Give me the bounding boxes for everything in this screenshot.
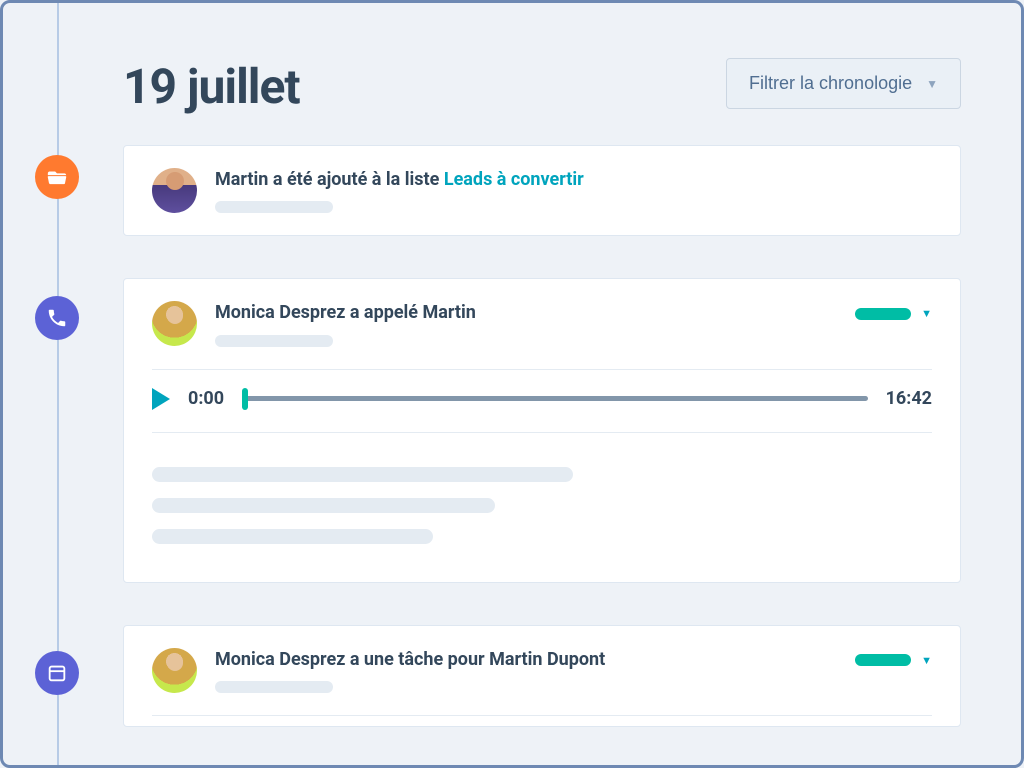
current-time: 0:00 bbox=[188, 388, 224, 409]
timeline-card-list-added: Martin a été ajouté à la liste Leads à c… bbox=[123, 145, 961, 236]
card-title: Monica Desprez a une tâche pour Martin D… bbox=[215, 648, 837, 672]
calendar-icon bbox=[46, 662, 68, 684]
divider bbox=[152, 715, 932, 716]
card-title: Monica Desprez a appelé Martin bbox=[215, 301, 837, 325]
filter-label: Filtrer la chronologie bbox=[749, 73, 912, 94]
divider bbox=[152, 432, 932, 433]
timeline-header: 19 juillet Filtrer la chronologie ▼ bbox=[3, 3, 1021, 145]
phone-icon bbox=[46, 307, 68, 329]
seek-thumb[interactable] bbox=[242, 388, 248, 410]
timeline-phone-icon bbox=[35, 296, 79, 340]
timeline-task-icon bbox=[35, 651, 79, 695]
card-title-text: Martin a été ajouté à la liste bbox=[215, 169, 444, 190]
avatar bbox=[152, 168, 197, 213]
timeline-content: Martin a été ajouté à la liste Leads à c… bbox=[3, 145, 1021, 727]
timeline-folder-icon bbox=[35, 155, 79, 199]
status-chip bbox=[855, 654, 911, 666]
chevron-down-icon: ▼ bbox=[921, 654, 932, 667]
timeline-card-call: Monica Desprez a appelé Martin ▼ 0:00 16… bbox=[123, 278, 961, 582]
avatar bbox=[152, 648, 197, 693]
audio-player: 0:00 16:42 bbox=[152, 388, 932, 410]
transcript-placeholder bbox=[152, 467, 932, 544]
list-link[interactable]: Leads à convertir bbox=[444, 169, 584, 190]
duration: 16:42 bbox=[886, 388, 932, 409]
meta-placeholder bbox=[215, 681, 333, 693]
card-status-dropdown[interactable]: ▼ bbox=[855, 301, 932, 320]
card-status-dropdown[interactable]: ▼ bbox=[855, 648, 932, 667]
timeline-card-task: Monica Desprez a une tâche pour Martin D… bbox=[123, 625, 961, 727]
card-title: Martin a été ajouté à la liste Leads à c… bbox=[215, 168, 932, 192]
filter-timeline-button[interactable]: Filtrer la chronologie ▼ bbox=[726, 58, 961, 109]
seek-slider[interactable] bbox=[242, 396, 868, 401]
chevron-down-icon: ▼ bbox=[921, 307, 932, 320]
meta-placeholder bbox=[215, 335, 333, 347]
meta-placeholder bbox=[215, 201, 333, 213]
chevron-down-icon: ▼ bbox=[926, 77, 938, 91]
divider bbox=[152, 369, 932, 370]
play-button[interactable] bbox=[152, 388, 170, 410]
avatar bbox=[152, 301, 197, 346]
date-heading: 19 juillet bbox=[123, 58, 300, 115]
folder-open-icon bbox=[46, 166, 68, 188]
status-chip bbox=[855, 308, 911, 320]
